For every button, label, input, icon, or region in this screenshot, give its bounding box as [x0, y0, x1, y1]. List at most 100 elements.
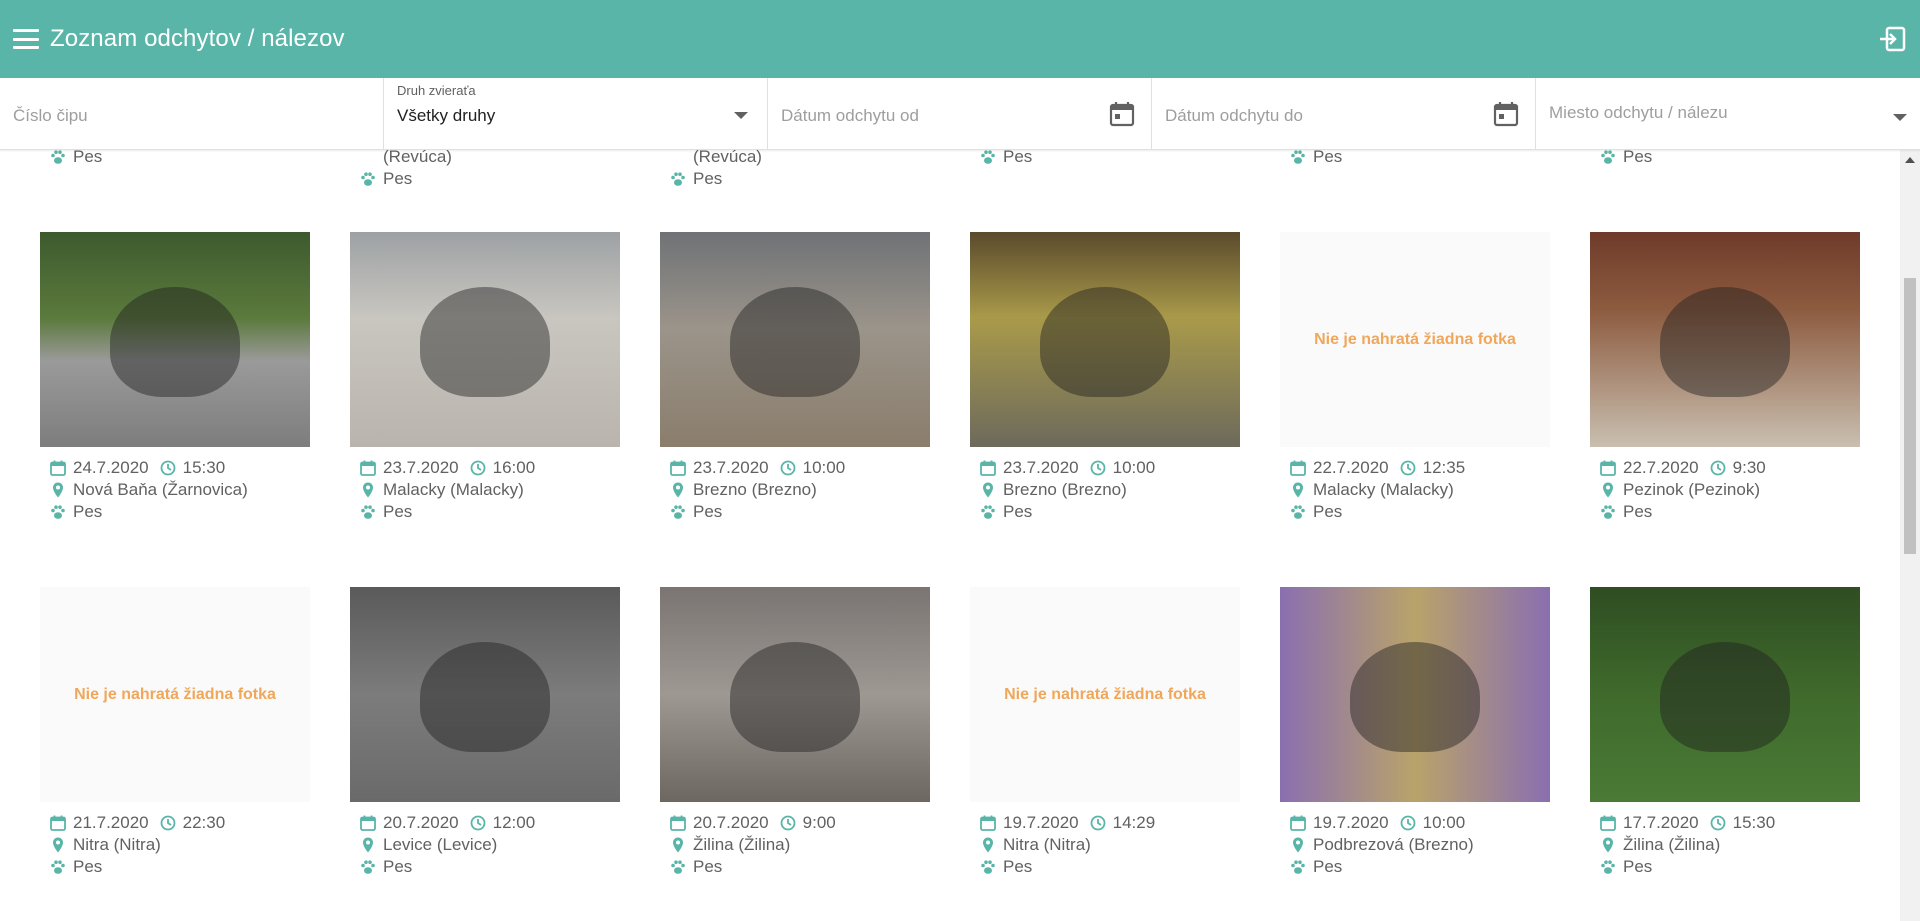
place-line: Nitra (Nitra) [40, 834, 310, 856]
capture-place: Podbrezová (Brezno) [1313, 835, 1474, 854]
no-photo-placeholder[interactable]: Nie je nahratá žiadna fotka [970, 587, 1240, 802]
capture-place: Nová Baňa (Žarnovica) [73, 480, 248, 499]
scroll-thumb[interactable] [1904, 278, 1916, 554]
calendar-icon[interactable] [1109, 101, 1135, 127]
dog-silhouette [730, 642, 860, 752]
paw-icon [1290, 859, 1306, 875]
scroll-up-arrow[interactable] [1905, 157, 1915, 163]
date-from-field[interactable]: Dátum odchytu od [768, 78, 1152, 150]
location-pin-icon [360, 837, 376, 853]
species-select[interactable]: Druh zvieraťa Všetky druhy [384, 78, 768, 150]
calendar-icon [50, 460, 66, 476]
paw-icon [980, 150, 996, 165]
partial-list-item[interactable]: Pes [1290, 150, 1342, 168]
capture-card[interactable]: Nie je nahratá žiadna fotka 19.7.2020 14:2… [970, 587, 1240, 878]
capture-card[interactable]: 20.7.2020 12:00 Levice (Levice) Pes [350, 587, 620, 878]
dog-silhouette [420, 642, 550, 752]
species-line: Pes [1280, 501, 1550, 523]
dog-silhouette [1040, 287, 1170, 397]
capture-place: Brezno (Brezno) [1003, 480, 1127, 499]
capture-card[interactable]: 23.7.2020 16:00 Malacky (Malacky) Pes [350, 232, 620, 523]
place-line: (Revúca) [670, 150, 762, 168]
dog-photo[interactable] [660, 232, 930, 447]
place-text: (Revúca) [693, 150, 762, 166]
capture-time: 10:00 [802, 458, 846, 477]
logout-icon[interactable] [1878, 26, 1906, 52]
species-text: Pes [1623, 502, 1653, 521]
paw-icon [670, 859, 686, 875]
partial-list-item[interactable]: Pes [980, 150, 1032, 168]
species-line: Pes [40, 501, 310, 523]
calendar-icon[interactable] [1493, 101, 1519, 127]
capture-time: 12:35 [1422, 458, 1466, 477]
capture-card[interactable]: 20.7.2020 9:00 Žilina (Žilina) Pes [660, 587, 930, 878]
no-photo-text: Nie je nahratá žiadna fotka [74, 685, 276, 703]
partial-list-item[interactable]: Pes [50, 150, 102, 168]
species-text: Pes [1623, 857, 1653, 876]
species-text: Pes [1623, 150, 1653, 166]
capture-time: 14:29 [1112, 813, 1156, 832]
page-title: Zoznam odchytov / nálezov [50, 25, 345, 52]
place-line: Nová Baňa (Žarnovica) [40, 479, 310, 501]
partial-list-item[interactable]: (Revúca) Pes [360, 150, 452, 190]
capture-card[interactable]: 19.7.2020 10:00 Podbrezová (Brezno) Pes [1280, 587, 1550, 878]
filter-bar: Číslo čipu Druh zvieraťa Všetky druhy Dá… [0, 78, 1920, 150]
paw-icon [50, 150, 66, 165]
capture-time: 15:30 [182, 458, 226, 477]
chip-number-field[interactable]: Číslo čipu [0, 78, 384, 150]
capture-card[interactable]: 23.7.2020 10:00 Brezno (Brezno) Pes [970, 232, 1240, 523]
partial-list-item[interactable]: Pes [1600, 150, 1652, 168]
species-line: Pes [1280, 856, 1550, 878]
capture-card[interactable]: 23.7.2020 10:00 Brezno (Brezno) Pes [660, 232, 930, 523]
dog-silhouette [1660, 642, 1790, 752]
dog-photo[interactable] [660, 587, 930, 802]
species-text: Pes [1313, 857, 1343, 876]
capture-time: 22:30 [182, 813, 226, 832]
date-to-field[interactable]: Dátum odchytu do [1152, 78, 1536, 150]
capture-date: 21.7.2020 [73, 813, 149, 832]
dog-photo[interactable] [350, 232, 620, 447]
dog-photo[interactable] [40, 232, 310, 447]
capture-card[interactable]: 17.7.2020 15:30 Žilina (Žilina) Pes [1590, 587, 1860, 878]
capture-date: 23.7.2020 [1003, 458, 1079, 477]
species-line: Pes [970, 501, 1240, 523]
capture-date: 19.7.2020 [1313, 813, 1389, 832]
chevron-down-icon[interactable] [1893, 114, 1907, 121]
no-photo-placeholder[interactable]: Nie je nahratá žiadna fotka [40, 587, 310, 802]
place-line: Malacky (Malacky) [1280, 479, 1550, 501]
no-photo-placeholder[interactable]: Nie je nahratá žiadna fotka [1280, 232, 1550, 447]
location-pin-icon [1290, 837, 1306, 853]
partial-list-item[interactable]: (Revúca) Pes [670, 150, 762, 190]
capture-card[interactable]: Nie je nahratá žiadna fotka 22.7.2020 12:3… [1280, 232, 1550, 523]
species-text: Pes [1313, 150, 1343, 166]
dog-photo[interactable] [970, 232, 1240, 447]
paw-icon [670, 504, 686, 520]
calendar-icon [360, 815, 376, 831]
capture-card[interactable]: 24.7.2020 15:30 Nová Baňa (Žarnovica) Pes [40, 232, 310, 523]
chevron-down-icon[interactable] [734, 112, 748, 119]
dog-photo[interactable] [1590, 232, 1860, 447]
capture-date: 19.7.2020 [1003, 813, 1079, 832]
capture-card[interactable]: Nie je nahratá žiadna fotka 21.7.2020 22:3… [40, 587, 310, 878]
dog-photo[interactable] [1590, 587, 1860, 802]
date-time-line: 23.7.2020 10:00 [660, 457, 930, 479]
clock-icon [1710, 815, 1726, 831]
capture-time: 10:00 [1112, 458, 1156, 477]
clock-icon [470, 815, 486, 831]
clock-icon [1710, 460, 1726, 476]
calendar-icon [980, 815, 996, 831]
place-select[interactable]: Miesto odchytu / nálezu [1536, 78, 1920, 150]
species-select-label: Druh zvieraťa [397, 83, 476, 98]
dog-photo[interactable] [1280, 587, 1550, 802]
capture-time: 16:00 [492, 458, 536, 477]
capture-date: 22.7.2020 [1313, 458, 1389, 477]
date-time-line: 22.7.2020 12:35 [1280, 457, 1550, 479]
calendar-icon [50, 815, 66, 831]
scrollbar[interactable] [1900, 150, 1920, 921]
menu-icon[interactable] [13, 29, 39, 49]
location-pin-icon [1600, 482, 1616, 498]
dog-photo[interactable] [350, 587, 620, 802]
species-text: Pes [73, 857, 103, 876]
species-line: Pes [40, 856, 310, 878]
capture-card[interactable]: 22.7.2020 9:30 Pezinok (Pezinok) Pes [1590, 232, 1860, 523]
